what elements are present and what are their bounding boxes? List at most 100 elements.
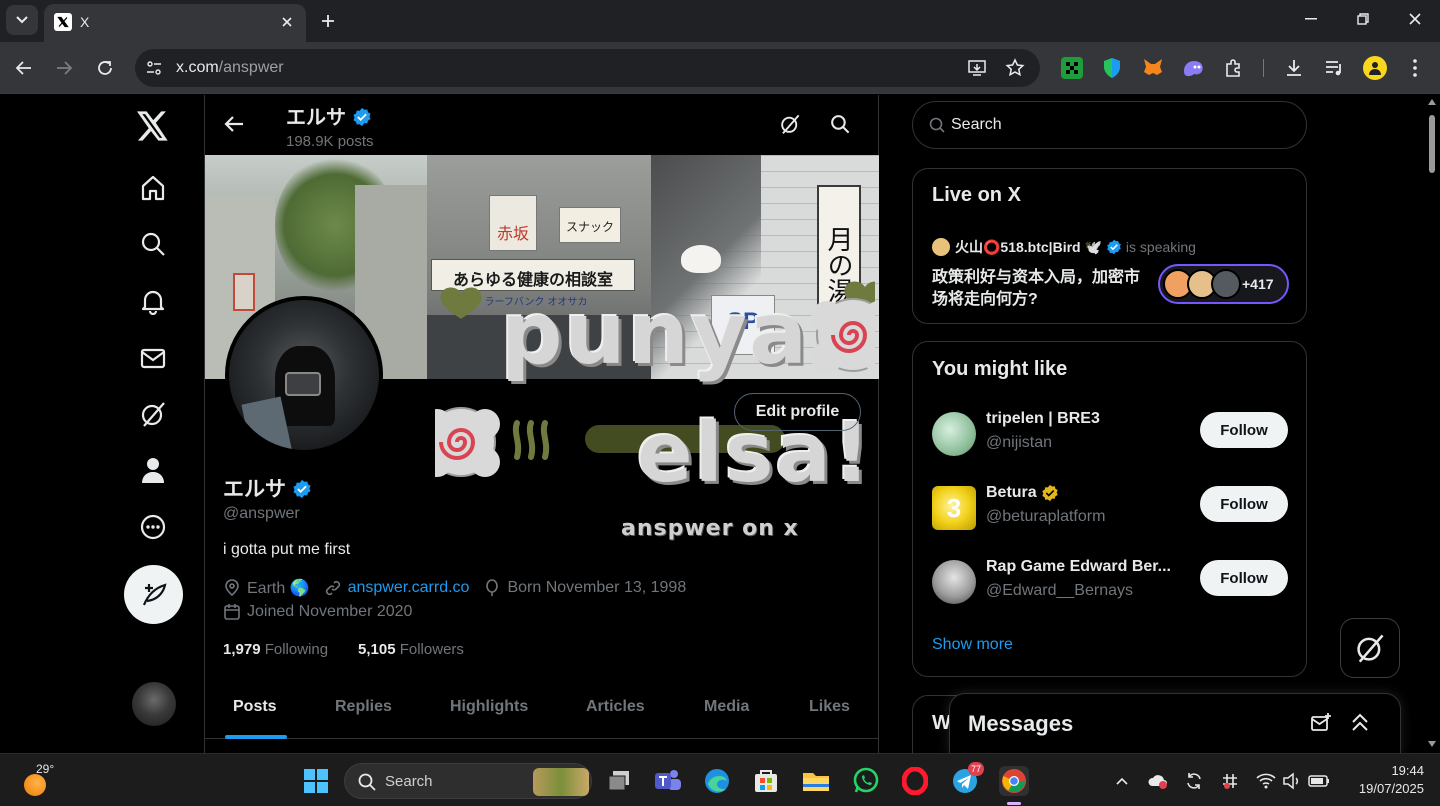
live-listeners-pill[interactable]: +417	[1158, 264, 1289, 304]
taskbar-search-icon	[358, 773, 376, 791]
explore-search-icon[interactable]	[136, 227, 170, 261]
microsoft-store-icon[interactable]	[751, 766, 781, 796]
taskbar-search-box[interactable]: Search	[344, 763, 592, 799]
whatsapp-icon[interactable]	[851, 766, 881, 796]
address-bar[interactable]: x.com/anspwer	[135, 49, 1040, 87]
messages-drawer[interactable]: Messages	[949, 693, 1401, 753]
back-arrow-icon[interactable]	[223, 113, 247, 137]
extension-green-icon[interactable]	[1061, 57, 1083, 79]
tab-replies[interactable]: Replies	[335, 698, 392, 716]
telegram-icon[interactable]: 77	[950, 762, 984, 796]
metamask-fox-icon[interactable]	[1141, 56, 1165, 80]
opera-browser-icon[interactable]	[900, 766, 930, 796]
followers-count: 5,105	[358, 641, 396, 658]
suggestion-row-2[interactable]: 3 Betura @beturaplatform Follow	[913, 478, 1306, 548]
chrome-taskbar-icon[interactable]	[999, 766, 1029, 805]
profile-avatar-icon[interactable]	[1363, 56, 1387, 80]
follow-button-3[interactable]: Follow	[1200, 560, 1288, 596]
show-hidden-icons-chevron[interactable]	[1110, 766, 1134, 796]
task-view-icon[interactable]	[604, 766, 634, 796]
tray-app-icon[interactable]	[1218, 766, 1242, 796]
more-options-icon[interactable]	[136, 510, 170, 544]
close-window-button[interactable]	[1400, 6, 1430, 32]
home-icon[interactable]	[136, 171, 170, 205]
suggestion-handle-1: @nijistan	[986, 434, 1053, 451]
compose-post-button[interactable]	[124, 565, 183, 624]
sync-status-icon[interactable]	[1182, 766, 1206, 796]
extensions-puzzle-icon[interactable]	[1222, 56, 1246, 80]
battery-icon[interactable]	[1306, 766, 1332, 796]
start-windows-icon[interactable]	[301, 766, 331, 796]
new-message-icon[interactable]	[1310, 712, 1334, 736]
tab-close-icon[interactable]	[278, 13, 296, 31]
browser-tab[interactable]: X	[44, 4, 306, 42]
live-listener-count: +417	[1242, 276, 1274, 292]
x-logo-icon[interactable]	[136, 109, 170, 143]
weather-widget[interactable]: 29°	[20, 762, 68, 798]
messages-envelope-icon[interactable]	[136, 341, 170, 375]
profile-website-link[interactable]: anspwer.carrd.co	[348, 579, 470, 597]
forward-button[interactable]	[50, 54, 78, 82]
teams-icon[interactable]	[653, 766, 683, 796]
back-button[interactable]	[10, 54, 38, 82]
reload-button[interactable]	[91, 54, 119, 82]
suggestion-row-3[interactable]: Rap Game Edward Ber... @Edward__Bernays …	[913, 552, 1306, 622]
tab-articles[interactable]: Articles	[586, 698, 645, 716]
tab-search-button[interactable]	[6, 5, 38, 35]
account-avatar[interactable]	[132, 682, 176, 726]
install-app-icon[interactable]	[967, 58, 987, 78]
cloud-sync-error-icon[interactable]	[1146, 766, 1170, 796]
tab-likes[interactable]: Likes	[809, 698, 850, 716]
weather-temperature: 29°	[36, 762, 55, 776]
profile-tabs: Posts Replies Highlights Articles Media …	[205, 685, 879, 739]
header-search-icon[interactable]	[829, 113, 853, 137]
downloads-icon[interactable]	[1282, 56, 1306, 80]
media-controls-icon[interactable]	[1322, 56, 1346, 80]
follow-button-2[interactable]: Follow	[1200, 486, 1288, 522]
page-scrollbar[interactable]	[1424, 95, 1440, 753]
tab-posts[interactable]: Posts	[233, 698, 277, 716]
verified-badge-icon	[352, 107, 372, 127]
profile-person-icon[interactable]	[136, 453, 170, 487]
weather-sun-icon	[24, 774, 46, 796]
tab-highlights[interactable]: Highlights	[450, 698, 528, 716]
taskbar-clock[interactable]: 19:44 19/07/2025	[1344, 762, 1424, 798]
ghost-extension-icon[interactable]	[1181, 56, 1205, 80]
scroll-thumb[interactable]	[1429, 115, 1435, 173]
floating-grok-button[interactable]	[1340, 618, 1400, 678]
grok-header-icon[interactable]	[779, 113, 803, 137]
edge-browser-icon[interactable]	[702, 766, 732, 796]
suggestion-name-1: tripelen | BRE3	[986, 410, 1100, 427]
url-host: x.com	[176, 59, 219, 76]
banner-sign-akasaka: 赤坂	[489, 195, 537, 251]
following-stat[interactable]: 1,979 Following	[223, 641, 328, 658]
search-box[interactable]: Search	[912, 101, 1307, 149]
site-info-icon[interactable]	[145, 59, 163, 77]
live-topic[interactable]: 政策利好与资本入局，加密市场将走向何方?	[932, 267, 1152, 311]
show-more-link[interactable]: Show more	[932, 636, 1013, 654]
suggestion-handle-2: @beturaplatform	[986, 508, 1106, 525]
grok-icon[interactable]	[136, 397, 170, 431]
expand-drawer-icon[interactable]	[1350, 712, 1374, 736]
banner-overlay-caption: anspwer on x	[621, 516, 799, 541]
notifications-bell-icon[interactable]	[136, 284, 170, 318]
wifi-icon[interactable]	[1254, 766, 1278, 796]
followers-stat[interactable]: 5,105 Followers	[358, 641, 464, 658]
chrome-menu-icon[interactable]	[1404, 56, 1426, 80]
tab-posts-label: Posts	[233, 698, 277, 715]
new-tab-button[interactable]	[316, 9, 340, 33]
scroll-down-arrow-icon[interactable]	[1428, 741, 1436, 747]
tab-media[interactable]: Media	[704, 698, 749, 716]
shield-extension-icon[interactable]	[1100, 56, 1124, 80]
suggestion-handle-3: @Edward__Bernays	[986, 582, 1133, 599]
scroll-up-arrow-icon[interactable]	[1428, 99, 1436, 105]
restore-button[interactable]	[1348, 6, 1378, 32]
volume-icon[interactable]	[1280, 766, 1304, 796]
bookmark-star-icon[interactable]	[1005, 58, 1025, 78]
profile-avatar[interactable]	[225, 296, 383, 454]
suggestion-row-1[interactable]: tripelen | BRE3 @nijistan Follow	[913, 404, 1306, 474]
edit-profile-button[interactable]: Edit profile	[734, 393, 861, 431]
minimize-button[interactable]	[1296, 6, 1326, 32]
file-explorer-icon[interactable]	[801, 766, 831, 796]
follow-button-1[interactable]: Follow	[1200, 412, 1288, 448]
